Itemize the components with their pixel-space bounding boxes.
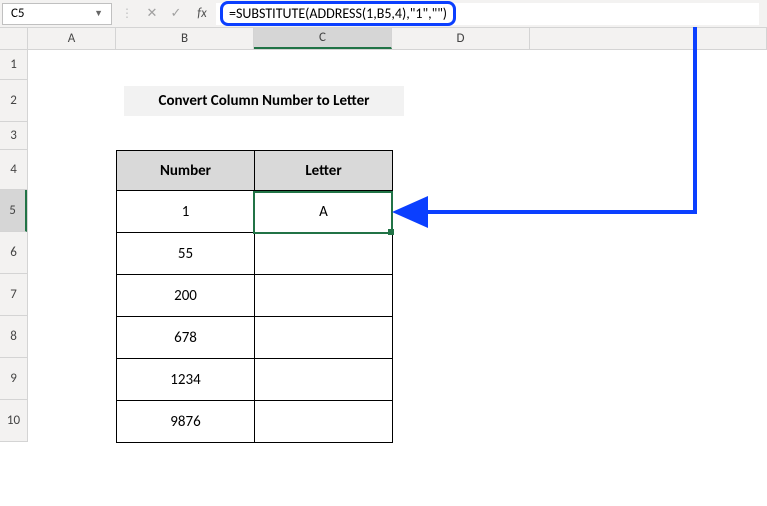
table-row: 200 xyxy=(117,275,393,317)
table-row: 9876 xyxy=(117,401,393,443)
data-table: Number Letter 1 A 55 200 678 1234 xyxy=(116,150,393,443)
header-number[interactable]: Number xyxy=(117,151,255,191)
table-row: 678 xyxy=(117,317,393,359)
formula-bar-row: C5 ▼ ⋮ ✕ ✓ fx =SUBSTITUTE(ADDRESS(1,B5,4… xyxy=(0,0,767,28)
cell-b6[interactable]: 55 xyxy=(117,233,255,275)
table-row: 1234 xyxy=(117,359,393,401)
cell-b7[interactable]: 200 xyxy=(117,275,255,317)
row-header-6[interactable]: 6 xyxy=(0,232,27,274)
row-header-2[interactable]: 2 xyxy=(0,80,27,122)
col-header-b[interactable]: B xyxy=(116,28,254,49)
col-header-a[interactable]: A xyxy=(28,28,116,49)
row-header-5[interactable]: 5 xyxy=(0,190,27,232)
col-header-rest[interactable] xyxy=(530,28,767,49)
cancel-icon[interactable]: ✕ xyxy=(140,6,164,21)
separator: ⋮ xyxy=(114,6,140,21)
grid: 1 2 3 4 5 6 7 8 9 10 Convert Column Numb… xyxy=(0,50,767,442)
cell-b10[interactable]: 9876 xyxy=(117,401,255,443)
cell-c6[interactable] xyxy=(255,233,393,275)
col-header-c[interactable]: C xyxy=(254,28,392,49)
cell-c5[interactable]: A xyxy=(255,191,393,233)
col-header-d[interactable]: D xyxy=(392,28,530,49)
row-header-7[interactable]: 7 xyxy=(0,274,27,316)
row-headers: 1 2 3 4 5 6 7 8 9 10 xyxy=(0,50,28,442)
formula-text: =SUBSTITUTE(ADDRESS(1,B5,4),"1","") xyxy=(220,1,456,26)
table-header-row: Number Letter xyxy=(117,151,393,191)
header-letter[interactable]: Letter xyxy=(255,151,393,191)
row-header-10[interactable]: 10 xyxy=(0,400,27,442)
cell-c9[interactable] xyxy=(255,359,393,401)
table-row: 1 A xyxy=(117,191,393,233)
cell-c8[interactable] xyxy=(255,317,393,359)
cell-c10[interactable] xyxy=(255,401,393,443)
row-header-9[interactable]: 9 xyxy=(0,358,27,400)
page-title: Convert Column Number to Letter xyxy=(124,86,404,116)
enter-icon[interactable]: ✓ xyxy=(164,6,188,21)
cell-b9[interactable]: 1234 xyxy=(117,359,255,401)
name-box-value: C5 xyxy=(11,6,25,21)
row-header-4[interactable]: 4 xyxy=(0,150,27,190)
formula-bar[interactable]: =SUBSTITUTE(ADDRESS(1,B5,4),"1","") xyxy=(216,3,759,25)
name-box[interactable]: C5 ▼ xyxy=(2,3,112,25)
table-row: 55 xyxy=(117,233,393,275)
fx-icon[interactable]: fx xyxy=(188,6,216,21)
cell-b5[interactable]: 1 xyxy=(117,191,255,233)
column-headers: A B C D xyxy=(0,28,767,50)
cells-area[interactable]: Convert Column Number to Letter Number L… xyxy=(28,50,767,442)
cell-c7[interactable] xyxy=(255,275,393,317)
cell-b8[interactable]: 678 xyxy=(117,317,255,359)
row-header-3[interactable]: 3 xyxy=(0,122,27,150)
dropdown-icon[interactable]: ▼ xyxy=(94,8,103,19)
row-header-1[interactable]: 1 xyxy=(0,50,27,80)
row-header-8[interactable]: 8 xyxy=(0,316,27,358)
select-all-corner[interactable] xyxy=(0,28,28,49)
